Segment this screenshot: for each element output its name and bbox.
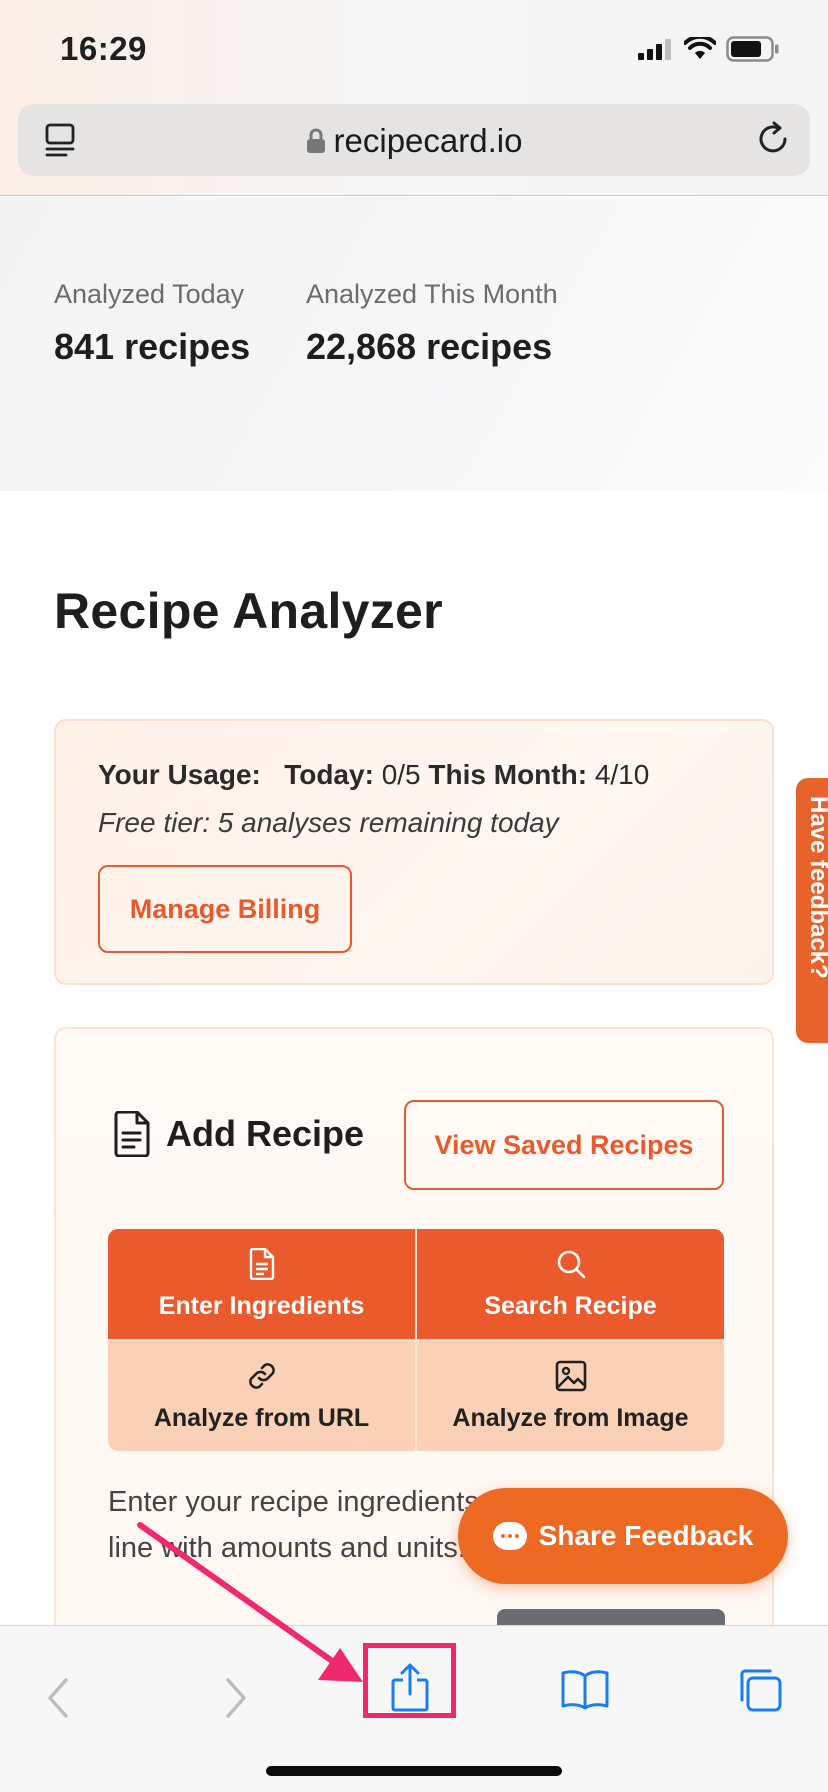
share-feedback-label: Share Feedback xyxy=(538,1520,754,1551)
document-icon xyxy=(114,1111,150,1157)
usage-heading: Your Usage: xyxy=(98,759,261,790)
lock-icon xyxy=(306,124,326,162)
usage-month-value: 4/10 xyxy=(594,759,650,790)
stat-value: 22,868 recipes xyxy=(306,326,553,367)
tab-label: Enter Ingredients xyxy=(158,1291,365,1320)
image-icon xyxy=(555,1360,586,1391)
stat-month: Analyzed This Month 22,868 recipes xyxy=(306,279,558,368)
tab-label: Search Recipe xyxy=(484,1291,657,1320)
bookmarks-icon[interactable] xyxy=(560,1668,610,1715)
tab-analyze-from-url[interactable]: Analyze from URL xyxy=(108,1341,415,1451)
usage-summary: Your Usage: Today: 0/5 This Month: 4/10 xyxy=(98,759,649,791)
back-icon[interactable] xyxy=(44,1676,72,1725)
instructions-line: line with amounts and units. xyxy=(108,1532,466,1564)
wifi-icon xyxy=(684,37,716,59)
usage-card: Your Usage: Today: 0/5 This Month: 4/10 … xyxy=(54,719,774,985)
stat-label: Analyzed This Month xyxy=(306,279,558,309)
status-icons xyxy=(638,36,780,62)
forward-icon[interactable] xyxy=(222,1676,250,1725)
annotation-highlight-box xyxy=(363,1643,456,1718)
page-title: Recipe Analyzer xyxy=(54,583,443,639)
tab-label: Analyze from URL xyxy=(153,1403,370,1432)
free-tier-note: Free tier: 5 analyses remaining today xyxy=(98,807,559,838)
address-bar[interactable]: recipecard.io xyxy=(18,104,810,176)
reload-icon[interactable] xyxy=(754,120,792,163)
tabs-icon[interactable] xyxy=(736,1666,784,1719)
tab-enter-ingredients[interactable]: Enter Ingredients xyxy=(108,1229,415,1339)
status-time: 16:29 xyxy=(60,30,147,67)
usage-today-label: Today: xyxy=(284,759,374,790)
document-icon xyxy=(249,1247,274,1280)
link-icon xyxy=(248,1362,275,1389)
stat-label: Analyzed Today xyxy=(54,279,245,309)
add-recipe-header: Add Recipe xyxy=(112,1111,364,1157)
manage-billing-button[interactable]: Manage Billing xyxy=(98,865,352,953)
status-bar: 16:29 xyxy=(0,0,828,98)
input-mode-tabs: Enter Ingredients Search Recipe Analyze … xyxy=(108,1229,724,1451)
stat-today: Analyzed Today 841 recipes xyxy=(54,279,250,368)
home-indicator xyxy=(266,1766,562,1776)
browser-address-area: recipecard.io xyxy=(0,98,828,196)
battery-icon xyxy=(726,36,779,62)
have-feedback-tab[interactable]: Have feedback? xyxy=(796,778,828,1043)
url-display: recipecard.io xyxy=(18,122,810,162)
usage-today-value: 0/5 xyxy=(381,759,421,790)
cellular-signal-icon xyxy=(638,39,671,60)
speech-bubble-icon xyxy=(492,1522,527,1550)
search-icon xyxy=(557,1250,585,1278)
view-saved-recipes-button[interactable]: View Saved Recipes xyxy=(404,1100,724,1190)
add-recipe-title: Add Recipe xyxy=(166,1113,365,1154)
usage-month-label: This Month: xyxy=(428,759,588,790)
have-feedback-label: Have feedback? xyxy=(805,796,828,979)
tab-analyze-from-image[interactable]: Analyze from Image xyxy=(417,1341,724,1451)
instructions-line: Enter your recipe ingredients, one per xyxy=(108,1486,488,1518)
stats-section: Analyzed Today 841 recipes Analyzed This… xyxy=(0,197,828,491)
tab-search-recipe[interactable]: Search Recipe xyxy=(417,1229,724,1339)
tab-label: Analyze from Image xyxy=(452,1403,689,1432)
url-text: recipecard.io xyxy=(333,122,523,159)
share-feedback-button[interactable]: Share Feedback xyxy=(458,1488,788,1584)
stat-value: 841 recipes xyxy=(54,326,251,367)
